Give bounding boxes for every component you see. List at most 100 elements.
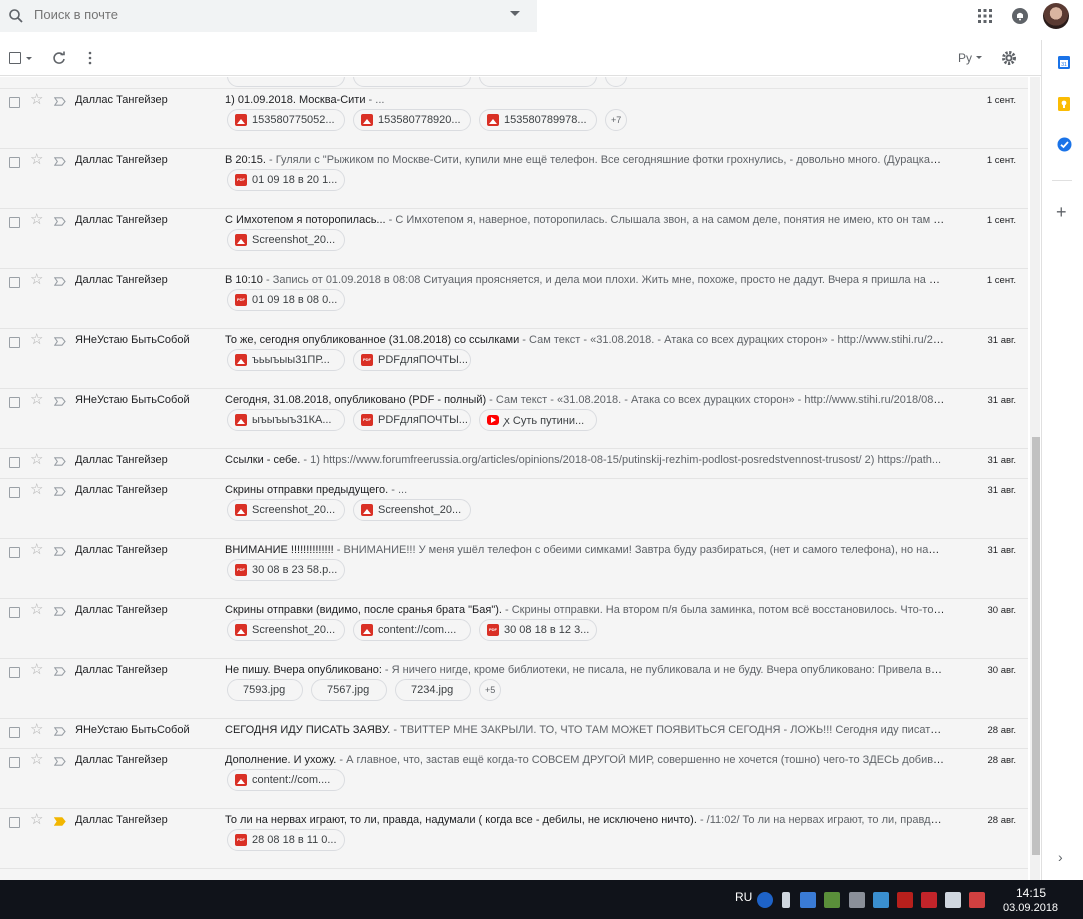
attachment-chip[interactable]: ъьыъыы31ПР... [227, 349, 345, 371]
importance-marker-icon[interactable] [54, 547, 66, 556]
attachment-chip[interactable]: 01 09 18 в 08 0... [227, 289, 345, 311]
attachment-chip-partial[interactable] [353, 77, 471, 87]
importance-marker-icon[interactable] [54, 457, 66, 466]
message-row[interactable]: ☆ Даллас Тангейзер Дополнение. И ухожу. - … [0, 749, 1028, 809]
search-bar[interactable] [0, 0, 537, 32]
help-icon[interactable] [757, 892, 773, 908]
refresh-icon[interactable] [52, 51, 66, 65]
row-checkbox[interactable] [9, 97, 20, 108]
importance-marker-icon[interactable] [54, 757, 66, 766]
search-options-icon[interactable] [510, 11, 520, 16]
importance-marker-icon[interactable] [54, 487, 66, 496]
star-icon[interactable]: ☆ [30, 212, 43, 228]
importance-marker-icon[interactable] [54, 157, 66, 166]
tray-tools-icon[interactable] [897, 892, 913, 908]
row-checkbox[interactable] [9, 547, 20, 558]
tasks-icon[interactable] [1057, 137, 1072, 152]
attachment-chip[interactable]: Screenshot_20... [227, 499, 345, 521]
search-input[interactable] [34, 7, 474, 22]
search-icon[interactable] [8, 8, 24, 24]
row-checkbox[interactable] [9, 397, 20, 408]
star-icon[interactable]: ☆ [30, 152, 43, 168]
message-row[interactable]: ☆ Даллас Тангейзер 1) 01.09.2018. Москва-С… [0, 89, 1028, 149]
star-icon[interactable]: ☆ [30, 332, 43, 348]
attachment-chip[interactable]: ꭗ Суть путини... [479, 409, 597, 431]
importance-marker-icon[interactable] [54, 727, 66, 736]
attachment-chip[interactable]: 7593.jpg [227, 679, 303, 701]
row-checkbox[interactable] [9, 817, 20, 828]
message-row[interactable]: ☆ Даллас Тангейзер То ли на нервах играют,… [0, 809, 1028, 869]
message-row[interactable]: ☆ Даллас Тангейзер В 20:15. - Гуляли с "Ры… [0, 149, 1028, 209]
calendar-icon[interactable]: 31 [1057, 54, 1071, 70]
attachment-chip[interactable]: 153580789978... [479, 109, 597, 131]
select-caret-icon[interactable] [26, 57, 32, 60]
star-icon[interactable]: ☆ [30, 92, 43, 108]
message-row[interactable]: ☆ Даллас Тангейзер Скрины отправки (видимо… [0, 599, 1028, 659]
tray-flag-icon[interactable] [969, 892, 985, 908]
scrollbar-thumb[interactable] [1032, 437, 1040, 855]
attachment-chip[interactable]: 30 08 в 23 58.р... [227, 559, 345, 581]
tray-app-icon[interactable] [873, 892, 889, 908]
star-icon[interactable]: ☆ [30, 452, 43, 468]
star-icon[interactable]: ☆ [30, 722, 43, 738]
row-checkbox[interactable] [9, 457, 20, 468]
taskbar-date[interactable]: 03.09.2018 [1003, 902, 1058, 914]
notifications-icon[interactable] [1011, 6, 1029, 26]
importance-marker-icon[interactable] [54, 607, 66, 616]
tray-volume-muted-icon[interactable] [849, 892, 865, 908]
attachment-chip[interactable]: PDFдляПОЧТЫ... [353, 409, 471, 431]
row-checkbox[interactable] [9, 667, 20, 678]
star-icon[interactable]: ☆ [30, 272, 43, 288]
more-attachments-chip[interactable]: +7 [605, 109, 628, 131]
star-icon[interactable]: ☆ [30, 542, 43, 558]
attachment-chip[interactable]: 7567.jpg [311, 679, 387, 701]
row-checkbox[interactable] [9, 487, 20, 498]
attachment-chip[interactable]: 153580775052... [227, 109, 345, 131]
attachment-chip[interactable]: Screenshot_20... [353, 499, 471, 521]
more-vert-icon[interactable] [86, 51, 94, 65]
more-attachments-chip-partial[interactable] [605, 77, 627, 87]
row-checkbox[interactable] [9, 217, 20, 228]
attachment-chip[interactable]: content://com.... [227, 769, 345, 791]
row-checkbox[interactable] [9, 157, 20, 168]
importance-marker-icon[interactable] [54, 277, 66, 286]
importance-marker-icon[interactable] [54, 817, 66, 826]
star-icon[interactable]: ☆ [30, 482, 43, 498]
message-row[interactable]: ☆ Даллас Тангейзер ВНИМАНИЕ !!!!!!!!!!!!!!… [0, 539, 1028, 599]
attachment-chip-partial[interactable] [479, 77, 597, 87]
tray-network-icon[interactable] [824, 892, 840, 908]
taskbar-language[interactable]: RU [735, 890, 752, 904]
more-attachments-chip[interactable]: +5 [479, 679, 502, 701]
row-checkbox[interactable] [9, 727, 20, 738]
attachment-chip[interactable]: Screenshot_20... [227, 619, 345, 641]
star-icon[interactable]: ☆ [30, 812, 43, 828]
attachment-chip[interactable]: 7234.jpg [395, 679, 471, 701]
importance-marker-icon[interactable] [54, 337, 66, 346]
tray-pdf-icon[interactable] [921, 892, 937, 908]
keep-icon[interactable] [1057, 96, 1071, 112]
attachment-chip[interactable]: 01 09 18 в 20 1... [227, 169, 345, 191]
message-row[interactable]: ☆ ЯНеУстаю БытьСобой То же, сегодня опубли… [0, 329, 1028, 389]
message-row[interactable]: ☆ ЯНеУстаю БытьСобой Сегодня, 31.08.2018, … [0, 389, 1028, 449]
star-icon[interactable]: ☆ [30, 392, 43, 408]
star-icon[interactable]: ☆ [30, 662, 43, 678]
gear-icon[interactable] [1001, 50, 1017, 66]
tray-action-center-icon[interactable] [945, 892, 961, 908]
chevron-right-icon[interactable]: › [1058, 849, 1063, 865]
taskbar-time[interactable]: 14:15 [1016, 886, 1046, 900]
select-all-checkbox[interactable] [9, 52, 21, 64]
row-checkbox[interactable] [9, 277, 20, 288]
star-icon[interactable]: ☆ [30, 602, 43, 618]
language-caret-icon[interactable] [976, 56, 982, 59]
attachment-chip[interactable]: 153580778920... [353, 109, 471, 131]
importance-marker-icon[interactable] [54, 97, 66, 106]
attachment-chip-partial[interactable] [227, 77, 345, 87]
tray-monitor-icon[interactable] [800, 892, 816, 908]
attachment-chip[interactable]: 30 08 18 в 12 3... [479, 619, 597, 641]
attachment-chip[interactable]: Screenshot_20... [227, 229, 345, 251]
row-checkbox[interactable] [9, 757, 20, 768]
avatar[interactable] [1043, 3, 1069, 29]
row-checkbox[interactable] [9, 607, 20, 618]
attachment-chip[interactable]: PDFдляПОЧТЫ... [353, 349, 471, 371]
attachment-chip[interactable]: 28 08 18 в 11 0... [227, 829, 345, 851]
